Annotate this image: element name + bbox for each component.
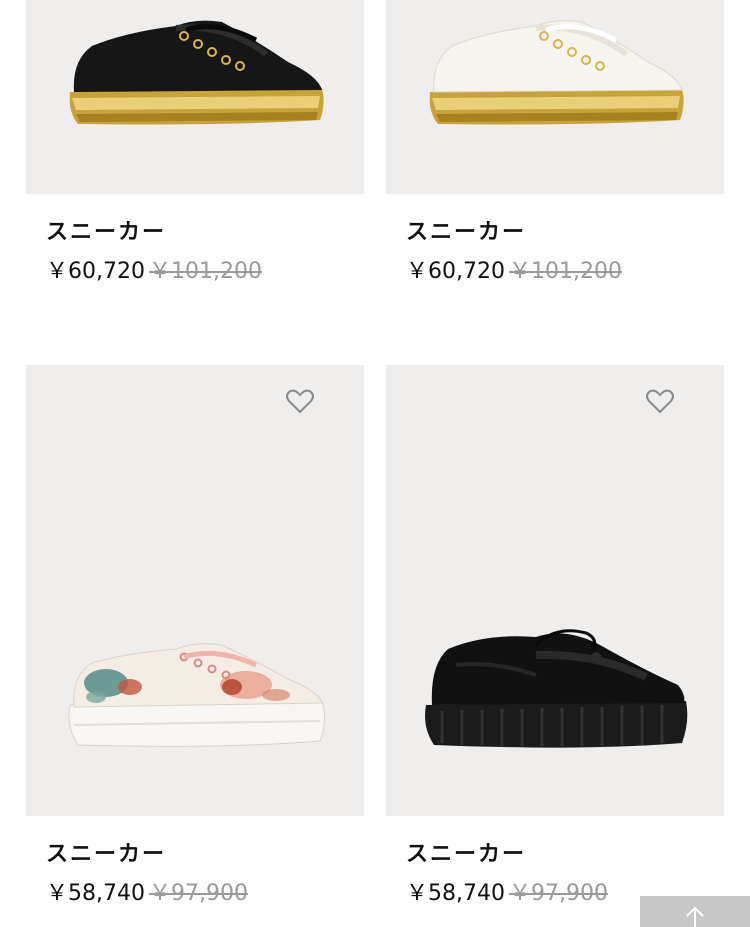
product-card[interactable]: スニーカー ￥60,720 ￥101,200 [26, 0, 364, 300]
wishlist-button[interactable] [644, 385, 676, 417]
product-price-group: ￥58,740 ￥97,900 [46, 875, 248, 907]
original-price: ￥101,200 [148, 259, 262, 284]
product-image[interactable] [386, 365, 724, 816]
original-price: ￥97,900 [508, 881, 608, 906]
heart-outline-icon [286, 389, 314, 414]
sale-price: ￥60,720 [46, 259, 145, 284]
product-name[interactable]: スニーカー [46, 214, 166, 246]
original-price: ￥97,900 [148, 881, 248, 906]
heart-outline-icon [646, 389, 674, 414]
white-sneaker-image [429, 20, 684, 125]
original-price: ￥101,200 [508, 259, 622, 284]
product-image[interactable] [386, 0, 724, 194]
sale-price: ￥60,720 [406, 259, 505, 284]
product-price-group: ￥60,720 ￥101,200 [406, 253, 622, 285]
black-runner-image [425, 629, 688, 748]
floral-sneaker-image [68, 643, 326, 747]
product-name[interactable]: スニーカー [406, 214, 526, 246]
product-price-group: ￥58,740 ￥97,900 [406, 875, 608, 907]
back-to-top-button[interactable] [640, 896, 750, 927]
product-name[interactable]: スニーカー [406, 836, 526, 868]
sale-price: ￥58,740 [406, 881, 505, 906]
wishlist-button[interactable] [284, 385, 316, 417]
product-price-group: ￥60,720 ￥101,200 [46, 253, 262, 285]
product-card[interactable]: スニーカー ￥58,740 ￥97,900 [386, 365, 724, 927]
arrow-up-icon [686, 906, 704, 927]
product-image[interactable] [26, 365, 364, 816]
sale-price: ￥58,740 [46, 881, 145, 906]
product-card[interactable]: スニーカー ￥58,740 ￥97,900 [26, 365, 364, 927]
product-image[interactable] [26, 0, 364, 194]
black-sneaker-image [69, 20, 324, 125]
product-name[interactable]: スニーカー [46, 836, 166, 868]
product-card[interactable]: スニーカー ￥60,720 ￥101,200 [386, 0, 724, 300]
